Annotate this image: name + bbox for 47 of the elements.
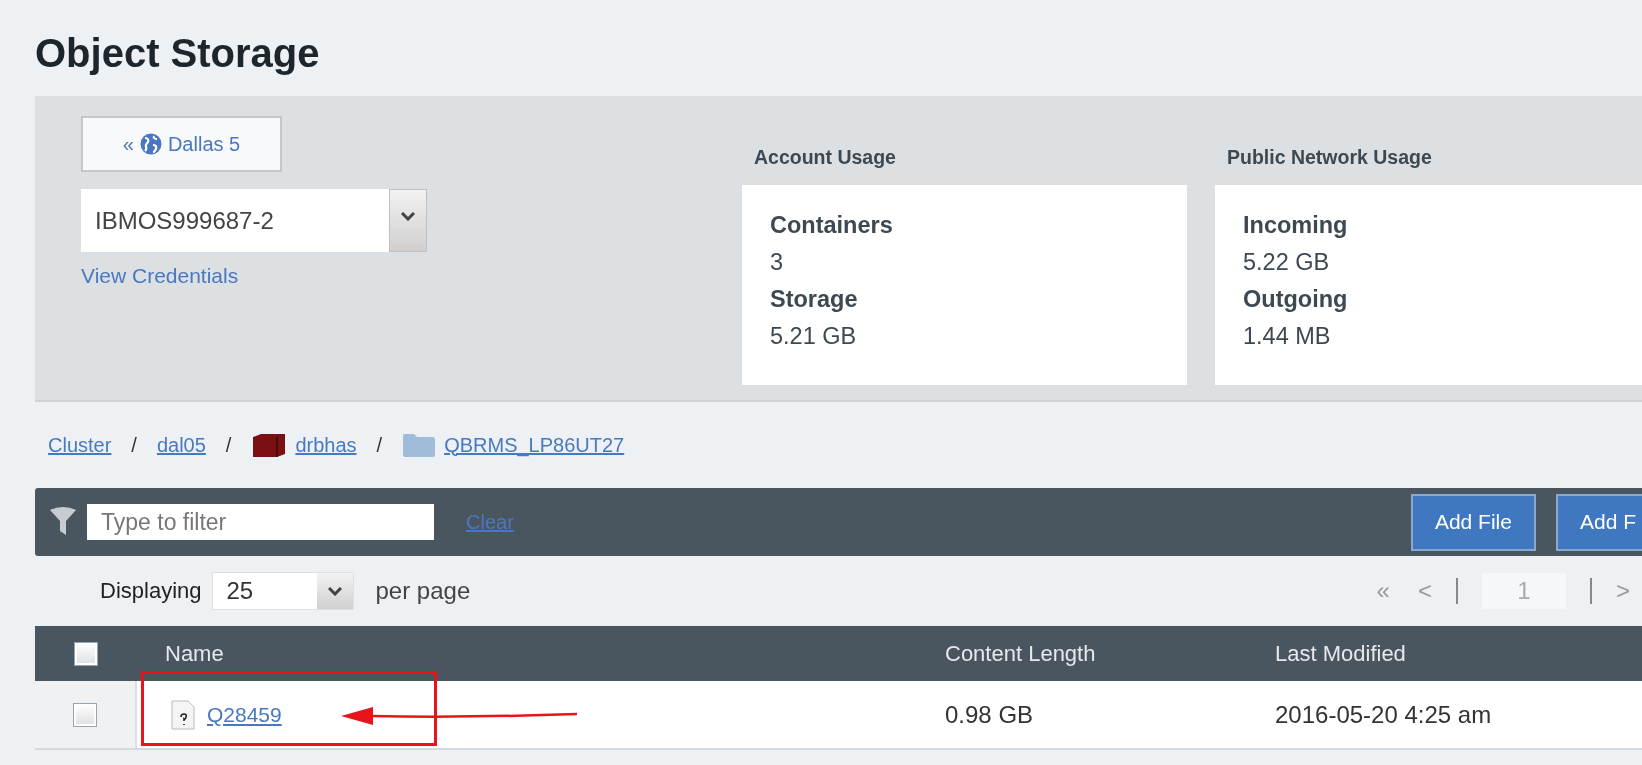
checkbox[interactable] xyxy=(74,641,98,666)
chevron-down-icon xyxy=(327,586,342,596)
folder-icon xyxy=(402,433,437,457)
table-cell-text: 0.98 GB xyxy=(945,700,1035,729)
stat-value: 5.21 GB xyxy=(770,322,858,351)
stat-label: Outgoing xyxy=(1243,285,1349,314)
add-button[interactable]: Add F xyxy=(1555,493,1642,551)
checkbox[interactable] xyxy=(73,702,97,727)
breadcrumb-link[interactable]: QBRMS_LP86UT27 xyxy=(444,433,625,457)
page-field[interactable]: 1 xyxy=(1482,573,1566,609)
cube-icon xyxy=(251,433,288,457)
account-select[interactable]: IBMOS999687-2 xyxy=(81,189,427,252)
column-header[interactable]: Content Length xyxy=(945,640,1275,667)
stat-value: 3 xyxy=(770,248,785,277)
next-page-button[interactable]: > xyxy=(1602,577,1642,605)
chevron-down-icon xyxy=(401,212,415,221)
globe-icon xyxy=(139,133,162,155)
file-icon xyxy=(171,699,195,730)
section-heading: Public Network Usage xyxy=(1227,146,1433,170)
breadcrumb-link[interactable]: Cluster xyxy=(48,433,112,457)
per-page-label: per page xyxy=(375,577,471,605)
displaying-label: Displaying xyxy=(100,578,202,604)
per-page-select[interactable]: 25 xyxy=(211,572,354,610)
column-header[interactable]: Last Modified xyxy=(1275,640,1642,667)
back-icon: « xyxy=(122,132,134,156)
breadcrumb-link[interactable]: dal05 xyxy=(156,433,206,457)
first-page-button[interactable]: « xyxy=(1362,577,1404,605)
section-heading: Account Usage xyxy=(754,146,897,170)
stat-value: 5.22 GB xyxy=(1243,248,1331,277)
add-button[interactable]: Add File xyxy=(1410,493,1536,551)
stat-label: Incoming xyxy=(1243,211,1349,240)
stat-label: Storage xyxy=(770,285,859,314)
stat-value: 1.44 MB xyxy=(1243,322,1332,351)
filter-field[interactable]: Type to filter xyxy=(87,504,434,540)
location-button[interactable]: « Dallas 5 xyxy=(81,116,282,172)
breadcrumb-link[interactable]: drbhas xyxy=(295,433,357,457)
stat-label: Containers xyxy=(770,211,894,240)
file-link[interactable]: Q28459 xyxy=(207,702,282,727)
filter-icon xyxy=(49,507,77,537)
page-title: Object Storage xyxy=(35,30,320,76)
credentials-link[interactable]: View Credentials xyxy=(81,264,239,288)
table-cell-text: 2016-05-20 4:25 am xyxy=(1275,700,1493,729)
breadcrumb-separator: / xyxy=(131,433,137,457)
breadcrumb-separator: / xyxy=(376,433,383,457)
breadcrumb-separator: / xyxy=(225,433,232,457)
previous-page-button[interactable]: < xyxy=(1403,577,1446,605)
column-header[interactable]: Name xyxy=(137,640,945,667)
